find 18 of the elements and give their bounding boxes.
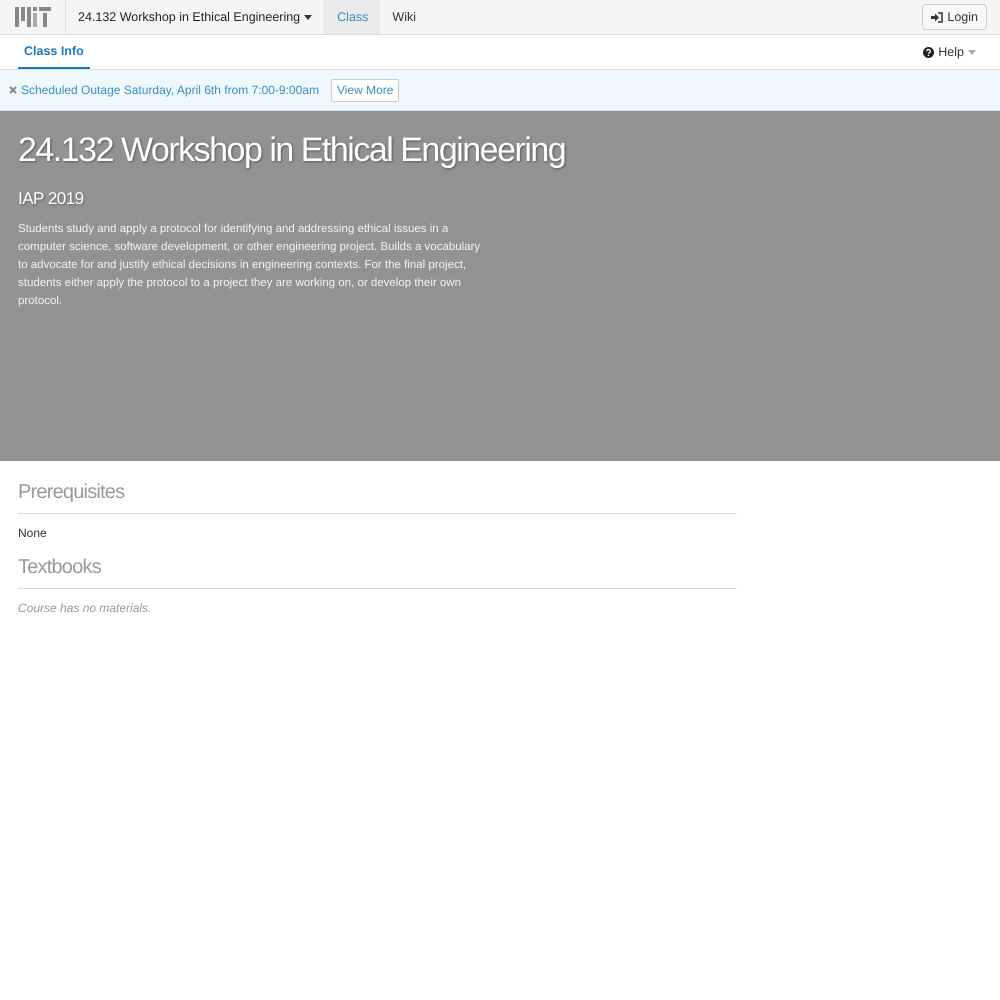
nav-tab[interactable]: Wiki: [380, 0, 428, 34]
course-description: Students study and apply a protocol for identifying and addressing ethical issues in a computer science, software development, or other engineering project. Builds a vocabulary to advocate for and justify ethical decisions in engineering contexts. For the final project, students either apply the protocol to a project they are working on, or develop their own protocol.: [18, 222, 482, 308]
section-heading: Textbooks: [18, 555, 101, 580]
course-term: IAP 2019: [18, 188, 84, 210]
logo-icon[interactable]: [14, 7, 50, 27]
section-text: None: [18, 525, 47, 542]
close-icon[interactable]: [9, 86, 17, 94]
alert-message: Scheduled Outage Saturday, April 6th from 7:00-9:00am: [21, 82, 319, 99]
login-button[interactable]: Login: [922, 4, 987, 30]
view-more-button[interactable]: View More: [330, 78, 400, 102]
help-menu[interactable]: Help: [923, 35, 982, 69]
caret-icon: [304, 14, 312, 20]
section-heading: Prerequisites: [18, 480, 124, 505]
course-title: 24.132 Workshop in Ethical Engineering: [18, 130, 566, 171]
empty-note: Course has no materials.: [18, 600, 152, 617]
help-icon: [923, 46, 934, 58]
caret-icon: [968, 50, 976, 54]
login-icon: [931, 12, 944, 22]
